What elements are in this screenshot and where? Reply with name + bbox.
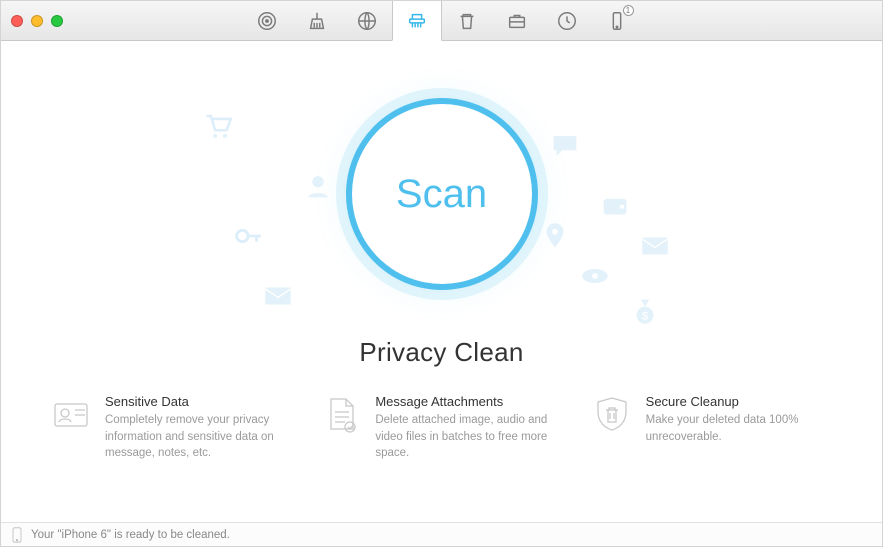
status-bar: Your "iPhone 6" is ready to be cleaned. xyxy=(1,522,882,546)
tab-globe[interactable] xyxy=(342,1,392,40)
svg-text:$: $ xyxy=(642,311,649,323)
feature-desc: Delete attached image, audio and video f… xyxy=(375,412,561,462)
main-content: $ Scan Privacy Clean Sensitive Data Comp… xyxy=(1,41,882,522)
tab-device[interactable]: 1 xyxy=(592,1,642,40)
chat-icon xyxy=(548,129,582,168)
envelope-icon xyxy=(261,279,295,318)
target-icon xyxy=(256,10,278,32)
feature-title: Sensitive Data xyxy=(105,394,291,409)
feature-title: Message Attachments xyxy=(375,394,561,409)
shield-trash-icon xyxy=(592,394,632,434)
id-card-icon xyxy=(51,394,91,434)
cart-icon xyxy=(201,109,235,148)
scan-button[interactable]: Scan xyxy=(352,104,532,284)
tab-privacy[interactable] xyxy=(392,1,442,41)
globe-icon xyxy=(356,10,378,32)
briefcase-icon xyxy=(506,10,528,32)
status-text: Your "iPhone 6" is ready to be cleaned. xyxy=(31,529,230,541)
money-icon: $ xyxy=(628,294,662,333)
feature-desc: Completely remove your privacy informati… xyxy=(105,412,291,462)
tab-restore[interactable] xyxy=(542,1,592,40)
document-attachment-icon xyxy=(321,394,361,434)
features-row: Sensitive Data Completely remove your pr… xyxy=(1,394,882,462)
window-controls xyxy=(1,15,63,27)
feature-message-attachments: Message Attachments Delete attached imag… xyxy=(321,394,561,462)
eye-icon xyxy=(578,259,612,298)
pin-icon xyxy=(538,219,572,258)
tab-toolbox[interactable] xyxy=(492,1,542,40)
key-icon xyxy=(231,219,265,258)
titlebar: 1 xyxy=(1,1,882,41)
tab-trash[interactable] xyxy=(442,1,492,40)
page-title: Privacy Clean xyxy=(359,337,523,368)
tab-target[interactable] xyxy=(242,1,292,40)
restore-icon xyxy=(556,10,578,32)
feature-desc: Make your deleted data 100% unrecoverabl… xyxy=(646,412,832,445)
shred-icon xyxy=(406,10,428,32)
zoom-window-button[interactable] xyxy=(51,15,63,27)
scan-area: $ Scan xyxy=(1,69,882,319)
close-window-button[interactable] xyxy=(11,15,23,27)
toolbar-tabs: 1 xyxy=(242,1,642,40)
broom-icon xyxy=(306,10,328,32)
device-badge: 1 xyxy=(623,5,634,16)
app-window: 1 $ Scan Privacy Clean xyxy=(0,0,883,547)
tab-clean[interactable] xyxy=(292,1,342,40)
feature-title: Secure Cleanup xyxy=(646,394,832,409)
scan-button-label: Scan xyxy=(396,172,487,217)
feature-secure-cleanup: Secure Cleanup Make your deleted data 10… xyxy=(592,394,832,462)
mail-icon xyxy=(638,229,672,268)
user-icon xyxy=(301,169,335,208)
minimize-window-button[interactable] xyxy=(31,15,43,27)
device-status-icon xyxy=(11,527,23,543)
wallet-icon xyxy=(598,189,632,228)
feature-sensitive-data: Sensitive Data Completely remove your pr… xyxy=(51,394,291,462)
trash-icon xyxy=(456,10,478,32)
